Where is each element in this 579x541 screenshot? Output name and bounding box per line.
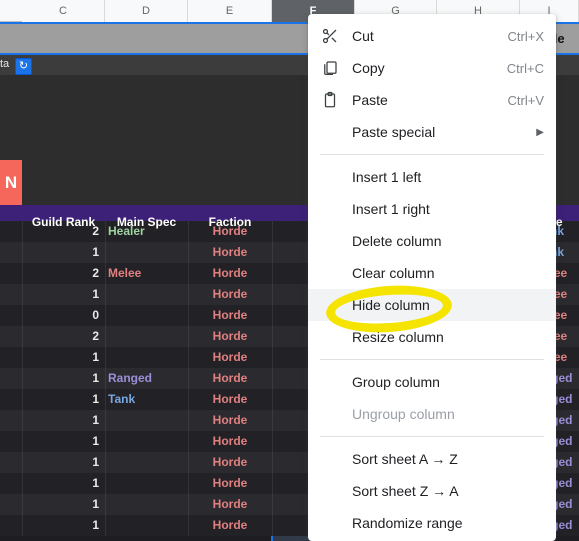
table-header-main-spec: Main Spec bbox=[116, 215, 177, 229]
menu-item-label: Hide column bbox=[352, 297, 430, 313]
menu-item-insert-1-left[interactable]: Insert 1 left bbox=[308, 161, 556, 193]
menu-item-shortcut: Ctrl+X bbox=[507, 28, 544, 44]
cell-guild-rank: 1 bbox=[92, 476, 99, 490]
cell-faction: Horde bbox=[212, 455, 248, 469]
grid-vertical-line bbox=[188, 221, 189, 536]
cell-guild-rank: 1 bbox=[92, 455, 99, 469]
grid-vertical-line bbox=[22, 221, 23, 536]
cell-guild-rank: 1 bbox=[92, 371, 99, 385]
cell-faction: Horde bbox=[212, 476, 248, 490]
column-header-e[interactable]: E bbox=[188, 0, 272, 22]
cell-guild-rank: 2 bbox=[92, 329, 99, 343]
cell-guild-rank: 1 bbox=[92, 413, 99, 427]
cell-guild-rank: 1 bbox=[92, 434, 99, 448]
menu-item-label: Cut bbox=[352, 28, 374, 44]
menu-item-label: Resize column bbox=[352, 329, 444, 345]
menu-item-label: Paste bbox=[352, 92, 388, 108]
column-header-c[interactable]: C bbox=[22, 0, 105, 22]
chevron-right-icon: ▶ bbox=[536, 126, 544, 138]
menu-item-label: Delete column bbox=[352, 233, 442, 249]
grid-vertical-line bbox=[272, 221, 273, 536]
cell-faction: Horde bbox=[212, 518, 248, 532]
menu-separator bbox=[320, 154, 544, 155]
menu-item-label: Group column bbox=[352, 374, 440, 390]
menu-item-group-column[interactable]: Group column bbox=[308, 366, 556, 398]
menu-item-paste-special[interactable]: Paste special ▶ bbox=[308, 116, 556, 148]
menu-item-delete-column[interactable]: Delete column bbox=[308, 225, 556, 257]
menu-separator bbox=[320, 359, 544, 360]
cell-main-spec: Ranged bbox=[108, 371, 153, 385]
refresh-icon[interactable]: ↻ bbox=[15, 58, 32, 75]
column-header-d[interactable]: D bbox=[105, 0, 188, 22]
menu-item-resize-column[interactable]: Resize column bbox=[308, 321, 556, 353]
menu-item-label: Clear column bbox=[352, 265, 435, 281]
context-menu[interactable]: Cut Ctrl+X Copy Ctrl+C Paste Ctrl+V Paste spec… bbox=[308, 14, 556, 541]
menu-separator bbox=[320, 436, 544, 437]
menu-item-cut[interactable]: Cut Ctrl+X bbox=[308, 20, 556, 52]
cell-faction: Horde bbox=[212, 266, 248, 280]
cell-faction: Horde bbox=[212, 350, 248, 364]
cell-guild-rank: 1 bbox=[92, 518, 99, 532]
cell-faction: Horde bbox=[212, 371, 248, 385]
scissors-icon bbox=[308, 27, 352, 45]
cell-main-spec: Melee bbox=[108, 266, 142, 280]
cell-guild-rank: 1 bbox=[92, 392, 99, 406]
menu-item-randomize-range[interactable]: Randomize range bbox=[308, 507, 556, 539]
clipboard-icon bbox=[308, 91, 352, 109]
menu-item-sort-sheet-z-a[interactable]: Sort sheet Z → A bbox=[308, 475, 556, 507]
menu-item-paste[interactable]: Paste Ctrl+V bbox=[308, 84, 556, 116]
cell-faction: Horde bbox=[212, 245, 248, 259]
copy-icon bbox=[308, 59, 352, 77]
menu-item-label: Sort sheet A → Z bbox=[352, 451, 458, 467]
cell-faction: Horde bbox=[212, 413, 248, 427]
table-header-faction: Faction bbox=[208, 215, 252, 229]
cell-guild-rank: 1 bbox=[92, 245, 99, 259]
data-source-label: ta bbox=[0, 58, 10, 70]
menu-item-label: Insert 1 right bbox=[352, 201, 430, 217]
cell-faction: Horde bbox=[212, 308, 248, 322]
cell-guild-rank: 1 bbox=[92, 287, 99, 301]
menu-item-shortcut: Ctrl+C bbox=[506, 60, 544, 76]
cell-main-spec: Tank bbox=[108, 392, 136, 406]
logo-block: N bbox=[0, 160, 22, 205]
menu-item-hide-column[interactable]: Hide column bbox=[308, 289, 556, 321]
grid-vertical-line bbox=[105, 221, 106, 536]
cell-guild-rank: 1 bbox=[92, 350, 99, 364]
menu-item-label: Insert 1 left bbox=[352, 169, 422, 185]
cell-guild-rank: 1 bbox=[92, 497, 99, 511]
menu-item-ungroup-column: Ungroup column bbox=[308, 398, 556, 430]
cell-faction: Horde bbox=[212, 497, 248, 511]
cell-faction: Horde bbox=[212, 434, 248, 448]
menu-item-label: Ungroup column bbox=[352, 406, 455, 422]
cell-guild-rank: 0 bbox=[92, 308, 99, 322]
menu-item-shortcut: Ctrl+V bbox=[507, 92, 544, 108]
menu-item-label: Copy bbox=[352, 60, 385, 76]
table-header-guild-rank: Guild Rank bbox=[31, 215, 96, 229]
menu-item-label: Sort sheet Z → A bbox=[352, 483, 459, 499]
menu-item-sort-sheet-a-z[interactable]: Sort sheet A → Z bbox=[308, 443, 556, 475]
menu-item-label: Paste special bbox=[352, 124, 436, 140]
cell-faction: Horde bbox=[212, 392, 248, 406]
cell-guild-rank: 2 bbox=[92, 266, 99, 280]
menu-item-insert-1-right[interactable]: Insert 1 right bbox=[308, 193, 556, 225]
menu-item-copy[interactable]: Copy Ctrl+C bbox=[308, 52, 556, 84]
menu-item-clear-column[interactable]: Clear column bbox=[308, 257, 556, 289]
cell-faction: Horde bbox=[212, 287, 248, 301]
menu-item-label: Randomize range bbox=[352, 515, 463, 531]
cell-faction: Horde bbox=[212, 329, 248, 343]
